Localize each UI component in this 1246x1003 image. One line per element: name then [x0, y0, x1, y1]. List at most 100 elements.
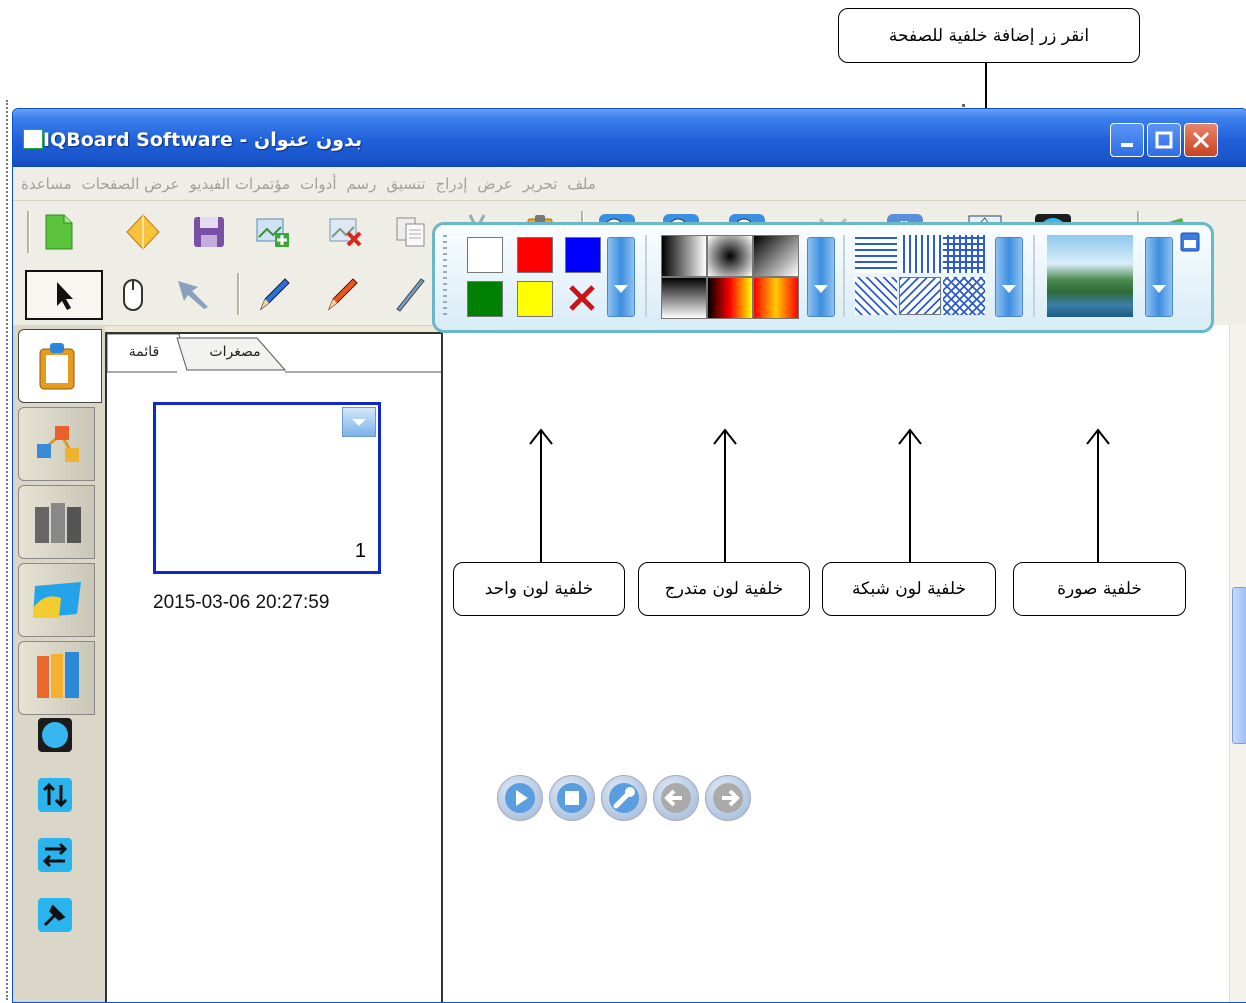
whiteboard-canvas[interactable]	[443, 325, 1229, 1002]
grid-dropdown[interactable]	[995, 237, 1023, 317]
maximize-button[interactable]	[1147, 123, 1181, 157]
color-swatch-yellow[interactable]	[517, 281, 553, 317]
tab-list[interactable]: قائمة	[109, 332, 179, 372]
stop-icon	[557, 783, 587, 813]
gradient-swatch-6[interactable]	[753, 277, 799, 319]
previous-button[interactable]	[653, 775, 699, 821]
menu-file[interactable]: ملف	[565, 175, 598, 193]
thumbnail-menu-button[interactable]	[342, 407, 376, 437]
page-number: 1	[354, 540, 366, 562]
select-tool-button[interactable]	[25, 270, 103, 320]
gradient-swatch-2[interactable]	[707, 235, 753, 277]
page-thumbnail[interactable]: 1	[153, 402, 381, 574]
gradient-swatch-5[interactable]	[707, 277, 753, 319]
pen-button[interactable]	[253, 274, 293, 314]
mouse-icon	[123, 279, 143, 311]
side-pin-button[interactable]	[35, 895, 75, 935]
menu-view[interactable]: عرض	[475, 175, 514, 193]
mouse-button[interactable]	[113, 274, 153, 314]
highlighter-icon	[396, 278, 425, 312]
no-color-button[interactable]	[565, 281, 599, 315]
menu-edit[interactable]: تحرير	[521, 175, 560, 193]
grid-pattern-diagonal-2[interactable]	[899, 277, 941, 315]
menu-format[interactable]: تنسيق	[384, 175, 427, 193]
panel-separator	[843, 235, 845, 317]
fullscreen-icon	[38, 718, 72, 752]
grid-pattern-horizontal[interactable]	[855, 235, 897, 273]
arrowhead-grid	[898, 428, 922, 445]
tab-properties[interactable]	[18, 563, 95, 637]
page-timestamp: 2015-03-06 20:27:59	[153, 592, 330, 613]
settings-button[interactable]	[601, 775, 647, 821]
arrowhead-image	[1086, 428, 1110, 445]
vertical-scrollbar[interactable]	[1229, 325, 1246, 1002]
delete-image-icon	[329, 218, 362, 247]
color-swatch-white[interactable]	[467, 237, 503, 273]
grid-pattern-vertical[interactable]	[899, 235, 941, 273]
next-button[interactable]	[705, 775, 751, 821]
pin-icon	[38, 898, 72, 932]
panel-grip	[443, 235, 447, 315]
app-logo-icon	[23, 129, 43, 149]
copy-icon	[396, 217, 425, 247]
card-icon	[33, 582, 81, 618]
wrench-icon	[609, 783, 639, 813]
close-icon	[1192, 131, 1210, 149]
new-page-button[interactable]	[39, 212, 79, 252]
scrollbar-thumb[interactable]	[1232, 587, 1246, 744]
menu-video-conference[interactable]: مؤتمرات الفيديو	[188, 175, 293, 193]
arrowhead-solid	[529, 428, 553, 445]
highlighter-button[interactable]	[389, 274, 429, 314]
image-dropdown[interactable]	[1145, 237, 1173, 317]
grid-pattern-diagonal[interactable]	[855, 277, 897, 315]
close-icon	[569, 285, 595, 311]
gradient-swatch-1[interactable]	[661, 235, 707, 277]
tab-thumbnails[interactable]: مصغرات	[187, 332, 283, 372]
color-swatch-green[interactable]	[467, 281, 503, 317]
delete-image-button[interactable]	[326, 212, 366, 252]
menu-page-view[interactable]: عرض الصفحات	[80, 175, 182, 193]
play-button[interactable]	[497, 775, 543, 821]
grid-pattern-cross[interactable]	[943, 235, 985, 273]
play-icon	[505, 783, 535, 813]
minimize-icon	[1121, 143, 1133, 147]
save-icon	[194, 217, 224, 247]
menu-draw[interactable]: رسم	[345, 175, 379, 193]
arrow-image	[1097, 430, 1099, 563]
gradient-swatch-3[interactable]	[753, 235, 799, 277]
color-swatch-red[interactable]	[517, 237, 553, 273]
chevron-down-icon	[352, 419, 366, 426]
tab-gallery[interactable]	[18, 485, 95, 559]
gradient-dropdown[interactable]	[807, 237, 835, 317]
grid-pattern-diamond[interactable]	[943, 277, 985, 315]
tab-resource-library[interactable]	[18, 407, 95, 481]
brush-button[interactable]	[321, 274, 361, 314]
select-arrow-icon	[57, 282, 73, 310]
close-button[interactable]	[1184, 123, 1218, 157]
panel-pin-button[interactable]	[1179, 231, 1201, 253]
toolbar-separator	[237, 273, 240, 315]
arrow-left-icon	[661, 783, 691, 813]
insert-image-button[interactable]	[253, 212, 293, 252]
save-button[interactable]	[189, 212, 229, 252]
solid-color-dropdown[interactable]	[607, 237, 635, 317]
menu-help[interactable]: مساعدة	[19, 175, 74, 193]
minimize-button[interactable]	[1110, 123, 1144, 157]
stop-button[interactable]	[549, 775, 595, 821]
swap-horizontal-icon	[38, 838, 72, 872]
open-button[interactable]	[123, 212, 163, 252]
arrow-gradient	[724, 430, 726, 563]
pointer-button[interactable]	[173, 274, 213, 314]
copy-button[interactable]	[391, 212, 431, 252]
open-icon	[126, 214, 160, 250]
background-image-thumbnail[interactable]	[1047, 235, 1133, 317]
menu-tools[interactable]: أدوات	[298, 175, 338, 193]
gradient-swatch-4[interactable]	[661, 277, 707, 319]
color-swatch-blue[interactable]	[565, 237, 601, 273]
tab-page-sorter[interactable]	[18, 329, 102, 403]
tab-files[interactable]	[18, 641, 95, 715]
side-fullscreen-button[interactable]	[35, 715, 75, 755]
menu-insert[interactable]: إدراج	[433, 175, 469, 193]
side-swap-vertical-button[interactable]	[35, 775, 75, 815]
side-swap-horizontal-button[interactable]	[35, 835, 75, 875]
